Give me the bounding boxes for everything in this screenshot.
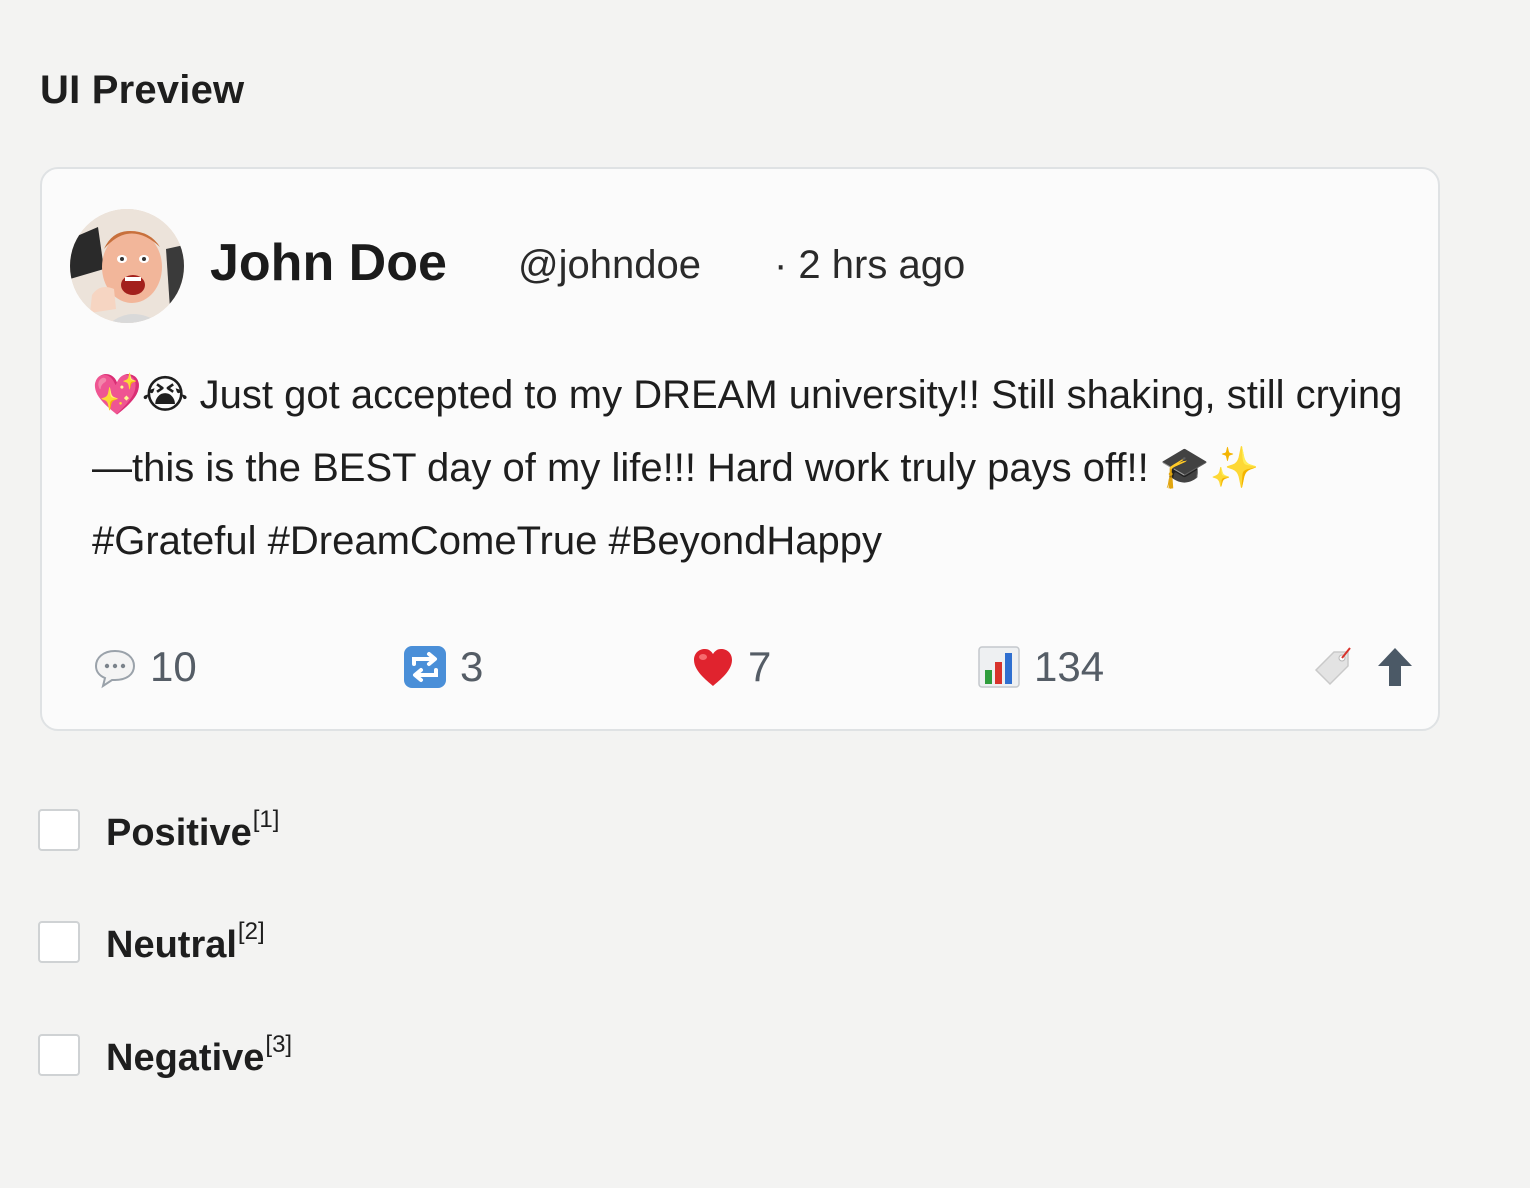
views-count: 134 [1034, 643, 1105, 690]
bar-chart-icon [978, 646, 1020, 688]
share-button[interactable] [1372, 637, 1430, 697]
author-name[interactable]: John Doe [210, 233, 447, 293]
reply-button[interactable]: 10 [92, 637, 197, 697]
speech-bubble-icon [94, 649, 136, 689]
neutral-label[interactable]: Neutral[2] [106, 918, 265, 967]
negative-ref: [3] [265, 1030, 293, 1058]
option-positive[interactable]: Positive[1] [38, 806, 279, 855]
repost-count: 3 [460, 643, 484, 690]
like-button[interactable]: 7 [690, 637, 771, 697]
neutral-ref: [2] [237, 917, 265, 945]
post-timestamp[interactable]: · 2 hrs ago [774, 243, 965, 288]
neutral-checkbox[interactable] [38, 921, 80, 963]
views-button[interactable]: 134 [976, 637, 1104, 697]
avatar[interactable] [70, 209, 184, 323]
bookmark-button[interactable] [1310, 637, 1368, 697]
repost-button[interactable]: 3 [402, 637, 483, 697]
positive-checkbox[interactable] [38, 809, 80, 851]
bookmark-tag-icon [1314, 647, 1351, 686]
positive-ref: [1] [252, 805, 280, 833]
post-text: 💖😭 Just got accepted to my DREAM univers… [92, 373, 1403, 563]
up-arrow-icon [1378, 648, 1412, 686]
option-neutral[interactable]: Neutral[2] [38, 918, 265, 967]
avatar-photo-icon [70, 209, 184, 323]
heart-icon [694, 649, 732, 686]
option-negative[interactable]: Negative[3] [38, 1031, 292, 1080]
like-count: 7 [748, 643, 772, 690]
reply-count: 10 [150, 643, 197, 690]
negative-checkbox[interactable] [38, 1034, 80, 1076]
repeat-icon [404, 646, 446, 688]
page-title: UI Preview [40, 68, 245, 112]
positive-label[interactable]: Positive[1] [106, 806, 279, 855]
post-card: John Doe @johndoe · 2 hrs ago 💖😭 Just go… [40, 167, 1440, 731]
negative-label[interactable]: Negative[3] [106, 1031, 292, 1080]
author-handle[interactable]: @johndoe [518, 243, 701, 288]
